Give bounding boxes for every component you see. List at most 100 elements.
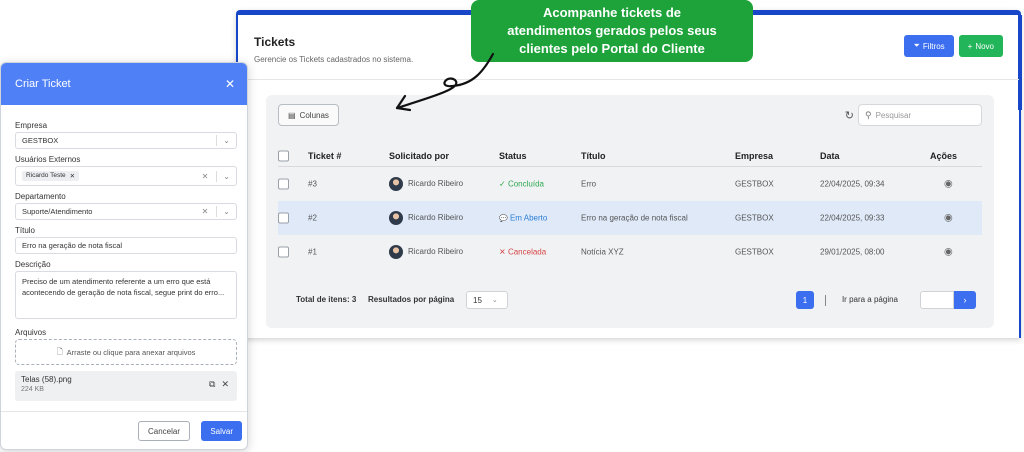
goto-label: Ir para a página (841, 295, 898, 304)
open-external-icon[interactable]: ⧉ (209, 379, 215, 390)
goto-page-input[interactable] (920, 291, 954, 309)
company-select[interactable]: GESTBOX ⌄ (15, 132, 237, 149)
user-tag[interactable]: Ricardo Teste ✕ (22, 171, 80, 181)
chevron-down-icon: ⌄ (216, 135, 236, 146)
callout-banner: Acompanhe tickets de atendimentos gerado… (471, 0, 753, 62)
users-multiselect[interactable]: Ricardo Teste ✕ ✕ ⌄ (15, 166, 237, 186)
col-company[interactable]: Empresa (735, 151, 773, 161)
title-field[interactable]: Erro na geração de nota fiscal (15, 237, 237, 254)
columns-icon: ▤ (288, 110, 296, 120)
requester: Ricardo Ribeiro (389, 245, 463, 259)
new-button[interactable]: + Novo (958, 35, 1003, 57)
company: GESTBOX (735, 179, 774, 189)
description-value: Preciso de um atendimento referente a um… (22, 277, 225, 297)
date: 22/04/2025, 09:33 (820, 213, 885, 223)
callout-line: clientes pelo Portal do Cliente (519, 41, 705, 56)
file-icon: 🗋 (56, 346, 63, 356)
table-footer: Total de itens: 3 Resultados por página … (284, 291, 976, 311)
modal-title: Criar Ticket (15, 78, 71, 90)
table-row[interactable]: #2 Ricardo Ribeiro 💬 Em Aberto Erro na g… (278, 201, 982, 235)
eye-icon[interactable]: ◉ (944, 247, 953, 258)
tickets-table: Ticket # Solicitado por Status Título Em… (278, 145, 982, 269)
page-title: Tickets (254, 35, 296, 49)
search-icon: ⚲ (865, 109, 872, 120)
modal-footer: Cancelar Salvar (1, 411, 247, 449)
remove-file-icon[interactable]: ✕ (221, 379, 229, 390)
status-badge: ✓ Concluída (499, 180, 544, 189)
page-button-current[interactable]: 1 (796, 291, 814, 309)
filters-button-label: Filtros (922, 41, 945, 51)
row-checkbox[interactable] (278, 212, 289, 224)
create-ticket-modal: Criar Ticket ✕ Empresa GESTBOX ⌄ Usuário… (0, 62, 248, 450)
eye-icon[interactable]: ◉ (944, 179, 953, 190)
callout-line: atendimentos gerados pelos seus (507, 23, 717, 38)
chevron-down-icon: ⌄ (216, 170, 236, 182)
description-label: Descrição (15, 260, 51, 269)
requester: Ricardo Ribeiro (389, 177, 463, 191)
clear-icon[interactable]: ✕ (202, 172, 209, 181)
requester-name: Ricardo Ribeiro (408, 247, 464, 257)
col-actions: Ações (930, 150, 958, 161)
col-ticket[interactable]: Ticket # (308, 151, 341, 161)
tickets-panel: ▤ Colunas ↻ ⚲ Ticket # Solicitado por St… (266, 95, 994, 328)
search-box[interactable]: ⚲ (858, 104, 982, 126)
per-page-select[interactable]: 15 ⌄ (466, 291, 508, 309)
select-controls: ✕ ⌄ (202, 167, 236, 185)
stage: Tickets Gerencie os Tickets cadastrados … (0, 0, 1024, 452)
columns-button[interactable]: ▤ Colunas (278, 104, 339, 126)
new-button-label: Novo (975, 41, 994, 51)
goto-page-button[interactable]: › (954, 291, 976, 309)
table-row[interactable]: #3 Ricardo Ribeiro ✓ Concluída Erro GEST… (278, 167, 982, 201)
table-header: Ticket # Solicitado por Status Título Em… (278, 145, 982, 167)
table-row[interactable]: #1 Ricardo Ribeiro ✕ Cancelada Notícia X… (278, 235, 982, 269)
department-select[interactable]: Suporte/Atendimento ✕ ⌄ (15, 203, 237, 220)
search-input[interactable] (875, 110, 972, 120)
filter-icon: ⏷ (913, 41, 920, 50)
row-checkbox[interactable] (278, 246, 289, 258)
modal-header: Criar Ticket (1, 63, 247, 105)
total-items: Total de itens: 3 (296, 295, 357, 304)
ticket-number: #1 (308, 247, 317, 257)
company-value: GESTBOX (22, 136, 59, 145)
date: 29/01/2025, 08:00 (820, 247, 885, 257)
status-text: Concluída (507, 179, 544, 189)
dropzone-label: Arraste ou clique para anexar arquivos (66, 347, 196, 357)
select-all-checkbox[interactable] (278, 150, 289, 161)
status-text: Em Aberto (509, 213, 548, 223)
plus-icon: + (967, 41, 973, 51)
chat-icon: 💬 (499, 215, 508, 223)
avatar (389, 177, 403, 191)
refresh-icon[interactable]: ↻ (845, 109, 854, 122)
clear-icon[interactable]: ✕ (202, 207, 209, 216)
title-value: Erro na geração de nota fiscal (22, 241, 123, 250)
date: 22/04/2025, 09:34 (820, 179, 885, 189)
requester-name: Ricardo Ribeiro (408, 213, 464, 223)
select-controls: ⌄ (216, 133, 236, 148)
table-toolbar: ▤ Colunas ↻ ⚲ (278, 104, 982, 128)
remove-tag-icon[interactable]: ✕ (70, 172, 75, 180)
eye-icon[interactable]: ◉ (944, 213, 953, 224)
file-dropzone[interactable]: 🗋 Arraste ou clique para anexar arquivos (15, 339, 237, 365)
col-date[interactable]: Data (820, 151, 840, 161)
cancel-button[interactable]: Cancelar (137, 421, 190, 441)
chevron-down-icon: ⌄ (491, 297, 498, 304)
modal-body: Empresa GESTBOX ⌄ Usuários Externos Rica… (1, 121, 247, 401)
title-label: Título (15, 226, 36, 235)
status-badge: ✕ Cancelada (499, 248, 546, 257)
chevron-down-icon: ⌄ (216, 206, 236, 217)
header-actions: ⏷ Filtros + Novo (904, 35, 1003, 57)
col-title[interactable]: Título (581, 151, 606, 161)
row-checkbox[interactable] (278, 178, 289, 190)
save-button[interactable]: Salvar (201, 421, 242, 441)
header-divider (238, 79, 1019, 80)
close-icon[interactable]: ✕ (225, 77, 235, 91)
per-page-value: 15 (473, 295, 482, 305)
description-textarea[interactable]: Preciso de um atendimento referente a um… (15, 271, 237, 319)
department-label: Departamento (15, 192, 66, 201)
filters-button[interactable]: ⏷ Filtros (904, 35, 954, 57)
pagination-divider (825, 295, 826, 306)
callout-arrow (395, 52, 495, 112)
col-status[interactable]: Status (499, 151, 527, 161)
file-actions: ⧉ ✕ (209, 379, 229, 390)
col-requester[interactable]: Solicitado por (389, 151, 449, 161)
